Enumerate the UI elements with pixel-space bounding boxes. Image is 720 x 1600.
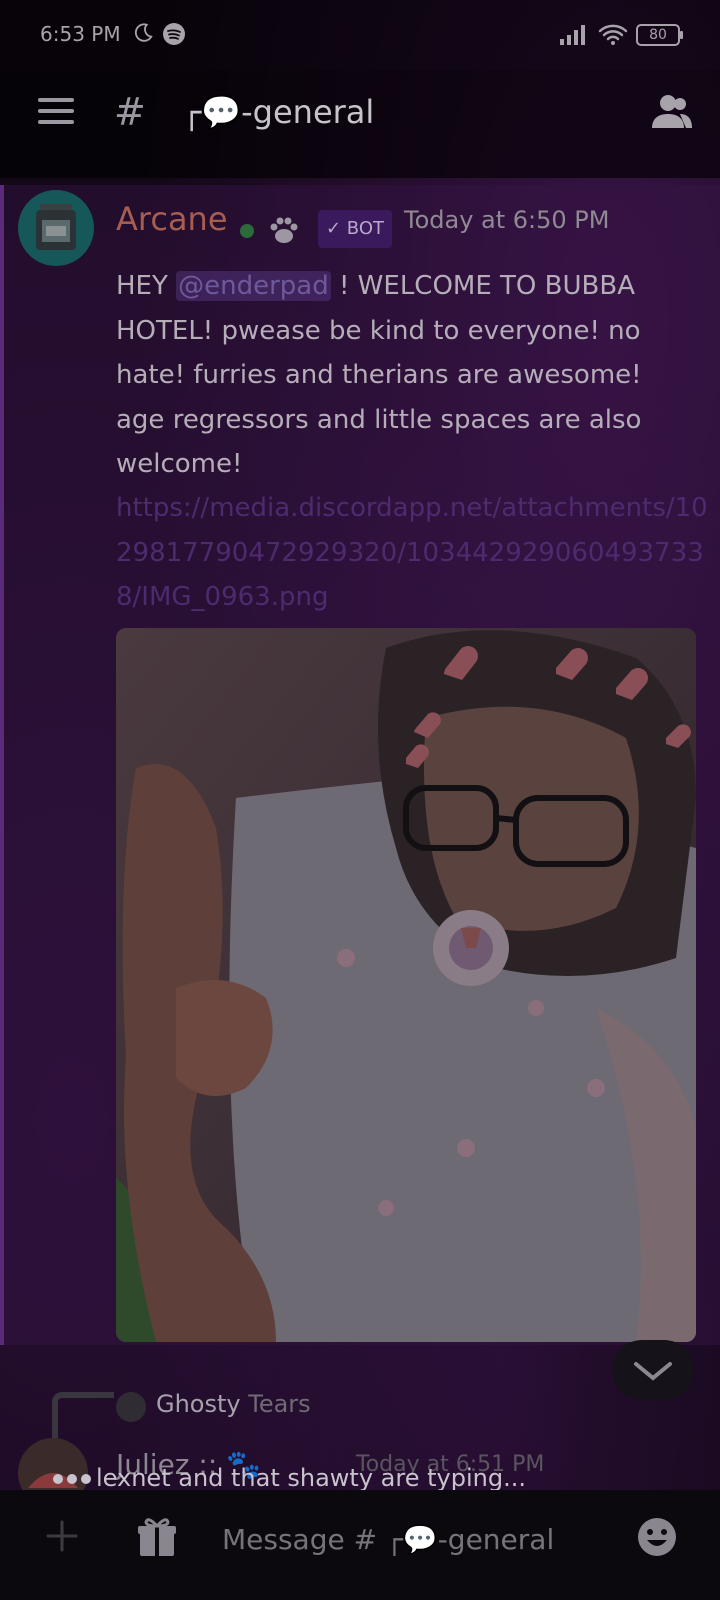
typing-dots-icon [53,1474,91,1484]
avatar[interactable] [18,190,94,266]
message-text: HEY @enderpad ! WELCOME TO BUBBA HOTEL! … [116,264,696,487]
reply-connector [52,1392,114,1438]
reply-author-suffix: Tears [248,1390,311,1418]
user-mention[interactable]: @enderpad [176,271,331,301]
hash-icon: # [114,90,146,134]
channel-header: # ┌💬-general [0,70,720,178]
bot-badge: ✓ BOT [318,210,392,248]
message-text-after: ! WELCOME TO BUBBA HOTEL! pwease be kind… [116,271,642,479]
message-composer [0,1490,720,1600]
reply-author[interactable]: Ghosty Tears [156,1390,311,1418]
moon-icon [134,23,153,42]
paw-icon [270,217,298,243]
online-status-dot [240,224,254,238]
reply-avatar [116,1392,146,1422]
members-icon[interactable] [650,92,694,132]
reply-author-name: Ghosty [156,1390,241,1418]
message-author[interactable]: Arcane [116,200,228,238]
channel-title[interactable]: ┌💬-general [182,90,374,134]
add-icon[interactable] [44,1518,80,1554]
status-bar: 6:53 PM 80 [0,0,720,70]
menu-icon[interactable] [38,96,74,126]
message-timestamp: Today at 6:50 PM [404,206,610,234]
message-text-before: HEY [116,271,177,301]
status-time: 6:53 PM [40,22,121,46]
battery-icon: 80 [636,24,684,46]
battery-level: 80 [649,27,667,43]
signal-icon [560,25,585,45]
attachment-link[interactable]: https://media.discordapp.net/attachments… [116,486,716,620]
gift-icon[interactable] [136,1516,178,1558]
image-attachment[interactable] [116,628,696,1342]
jump-to-present-button[interactable] [612,1340,694,1400]
emoji-icon[interactable] [636,1516,678,1558]
wifi-icon [598,24,628,45]
spotify-icon [163,23,185,45]
message-input[interactable] [220,1500,614,1578]
